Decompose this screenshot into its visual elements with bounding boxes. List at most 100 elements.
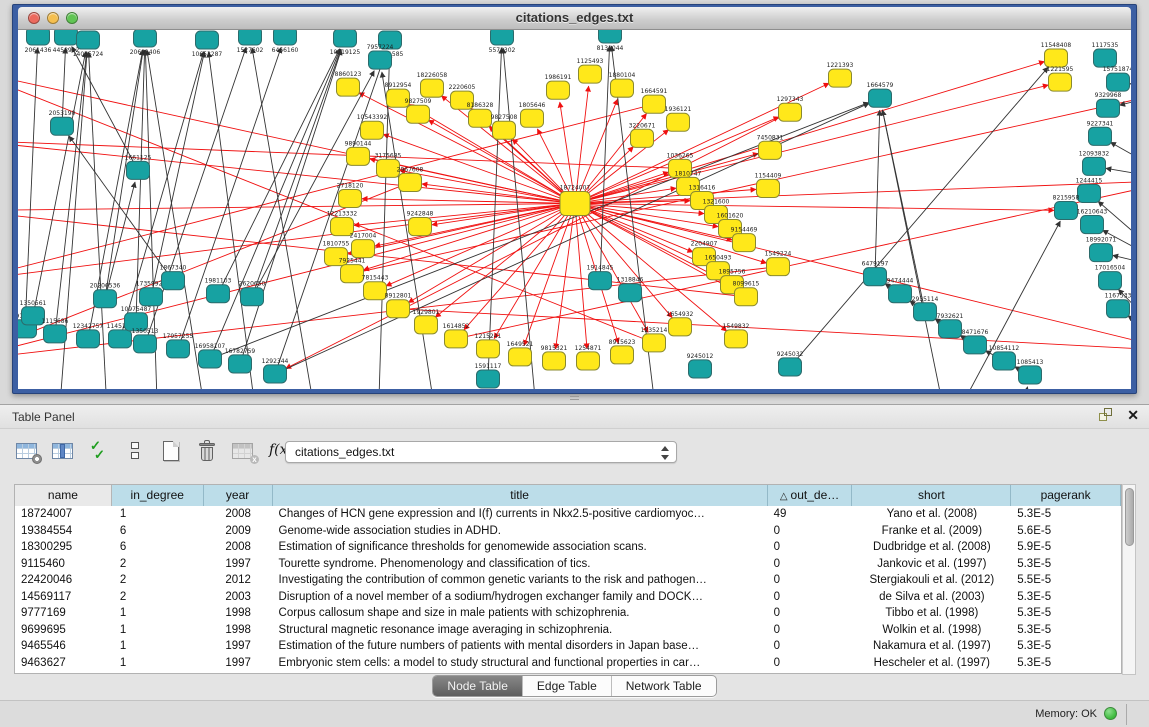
graph-edge[interactable] xyxy=(209,52,258,389)
trash-icon[interactable] xyxy=(194,439,224,465)
graph-edge[interactable] xyxy=(400,171,575,204)
table-cell-out_degree[interactable]: 0 xyxy=(768,539,853,556)
graph-node[interactable]: 2620650 xyxy=(239,281,266,306)
close-panel-icon[interactable]: ✕ xyxy=(1127,408,1139,422)
table-row[interactable]: 2242004622012Investigating the contribut… xyxy=(15,572,1121,589)
select-checks-icon[interactable]: ✓✓ xyxy=(86,439,116,465)
graph-edge[interactable] xyxy=(875,110,880,276)
table-cell-year[interactable]: 1997 xyxy=(204,655,273,672)
table-cell-year[interactable]: 1997 xyxy=(204,638,273,655)
graph-node[interactable]: 8471676 xyxy=(962,329,989,354)
table-cell-year[interactable]: 2012 xyxy=(204,572,273,589)
column-header-pagerank[interactable]: pagerank xyxy=(1011,485,1121,506)
graph-node[interactable]: 1649521 xyxy=(507,341,534,366)
graph-node[interactable]: 6479197 xyxy=(862,261,889,286)
graph-node[interactable]: 8915623 xyxy=(609,339,636,364)
graph-node[interactable]: 1244415 xyxy=(1076,177,1103,202)
graph-node[interactable]: 14055724 xyxy=(73,31,104,58)
graph-node[interactable]: 1235214 xyxy=(641,327,668,352)
graph-node[interactable]: 1154409 xyxy=(755,172,782,197)
graph-node[interactable]: 1318846 xyxy=(617,277,644,302)
graph-node[interactable]: 7450831 xyxy=(757,134,784,159)
table-cell-short[interactable]: Stergiakouli et al. (2012) xyxy=(853,572,1012,589)
table-cell-pagerank[interactable]: 5.9E-5 xyxy=(1011,539,1121,556)
table-cell-in_degree[interactable]: 6 xyxy=(112,523,204,540)
graph-node[interactable]: 17016504 xyxy=(1095,265,1126,290)
graph-node[interactable]: 1549832 xyxy=(723,323,750,348)
graph-node[interactable]: 3175685 xyxy=(375,152,402,177)
graph-node[interactable]: 12342757 xyxy=(73,323,104,348)
graph-node[interactable]: 1297343 xyxy=(777,96,804,121)
graph-node[interactable]: 2967608 xyxy=(397,166,424,191)
table-cell-title[interactable]: Embryonic stem cells: a model to study s… xyxy=(273,655,768,672)
graph-node[interactable]: 8186328 xyxy=(467,102,494,127)
table-cell-short[interactable]: Jankovic et al. (1997) xyxy=(853,556,1012,573)
table-cell-in_degree[interactable]: 1 xyxy=(112,638,204,655)
graph-edge[interactable] xyxy=(218,49,340,294)
graph-node[interactable]: 1929801 xyxy=(413,309,440,334)
table-cell-out_degree[interactable]: 0 xyxy=(768,622,853,639)
table-cell-title[interactable]: Estimation of significance thresholds fo… xyxy=(273,539,768,556)
graph-edge[interactable] xyxy=(1110,142,1131,180)
graph-node[interactable]: 9329968 xyxy=(1095,92,1122,117)
table-cell-name[interactable]: 9777169 xyxy=(15,605,112,622)
table-cell-out_degree[interactable]: 0 xyxy=(768,523,853,540)
graph-node[interactable]: 1125493 xyxy=(577,58,604,83)
graph-edge[interactable] xyxy=(363,203,575,270)
tab-edge-table[interactable]: Edge Table xyxy=(522,676,611,696)
scrollbar-thumb[interactable] xyxy=(1125,488,1134,546)
graph-node[interactable]: 1215241 xyxy=(475,333,502,358)
table-cell-short[interactable]: de Silva et al. (2003) xyxy=(853,589,1012,606)
graph-edge[interactable] xyxy=(354,203,575,225)
graph-node[interactable]: 1664579 xyxy=(867,82,894,107)
graph-node[interactable]: 12093832 xyxy=(1079,150,1110,175)
graph-node[interactable]: 20691406 xyxy=(130,30,161,56)
graph-node[interactable]: 17957255 xyxy=(163,333,194,358)
table-row[interactable]: 1456911722003Disruption of a novel membe… xyxy=(15,589,1121,606)
graph-node[interactable]: 6466160 xyxy=(272,30,299,54)
table-cell-title[interactable]: Changes of HCN gene expression and I(f) … xyxy=(273,506,768,523)
graph-node[interactable]: 15751874 xyxy=(1103,66,1131,91)
table-row[interactable]: 946362711997Embryonic stem cells: a mode… xyxy=(15,655,1121,672)
table-cell-pagerank[interactable]: 5.3E-5 xyxy=(1011,622,1121,639)
graph-node[interactable]: 9245032 xyxy=(777,351,804,376)
graph-edge[interactable] xyxy=(575,130,669,204)
table-cell-in_degree[interactable]: 6 xyxy=(112,539,204,556)
table-cell-in_degree[interactable]: 2 xyxy=(112,589,204,606)
table-cell-year[interactable]: 1998 xyxy=(204,622,273,639)
table-cell-short[interactable]: Tibbo et al. (1998) xyxy=(853,605,1012,622)
table-cell-name[interactable]: 9115460 xyxy=(15,556,112,573)
table-cell-pagerank[interactable]: 5.3E-5 xyxy=(1011,655,1121,672)
graph-node[interactable]: 1527602 xyxy=(237,30,264,54)
graph-edge[interactable] xyxy=(494,203,575,338)
graph-node[interactable]: 8131044 xyxy=(597,30,624,52)
graph-edge[interactable] xyxy=(33,52,86,316)
table-cell-pagerank[interactable]: 5.3E-5 xyxy=(1011,506,1121,523)
table-cell-short[interactable]: Hescheler et al. (1997) xyxy=(853,655,1012,672)
table-row[interactable]: 911546021997Tourette syndrome. Phenomeno… xyxy=(15,556,1121,573)
table-cell-short[interactable]: Yano et al. (2008) xyxy=(853,506,1012,523)
table-selector-dropdown[interactable]: citations_edges.txt xyxy=(285,441,677,463)
graph-node[interactable]: 10543392 xyxy=(357,114,388,139)
graph-node[interactable]: 2053190 xyxy=(49,110,76,135)
table-row[interactable]: 1938455462009Genome-wide association stu… xyxy=(15,523,1121,540)
table-cell-out_degree[interactable]: 0 xyxy=(768,556,853,573)
table-cell-pagerank[interactable]: 5.3E-5 xyxy=(1011,638,1121,655)
table-cell-title[interactable]: Tourette syndrome. Phenomenology and cla… xyxy=(273,556,768,573)
graph-node[interactable]: 10854112 xyxy=(989,345,1020,370)
graph-node[interactable]: 18724007 xyxy=(560,184,591,215)
table-cell-in_degree[interactable]: 1 xyxy=(112,605,204,622)
graph-node[interactable]: 7932621 xyxy=(937,313,964,338)
graph-edge[interactable] xyxy=(25,48,37,329)
graph-node[interactable]: 1115686 xyxy=(42,318,69,343)
table-cell-title[interactable]: Corpus callosum shape and size in male p… xyxy=(273,605,768,622)
graph-edge[interactable] xyxy=(600,46,610,281)
table-row[interactable]: 946554611997Estimation of the future num… xyxy=(15,638,1121,655)
table-cell-out_degree[interactable]: 0 xyxy=(768,605,853,622)
table-settings-icon[interactable] xyxy=(14,439,44,465)
graph-node[interactable]: 16782759 xyxy=(225,348,256,373)
graph-node[interactable]: 16958107 xyxy=(195,343,226,368)
graph-node[interactable]: 9827509 xyxy=(405,98,432,123)
graph-node[interactable]: 1221595 xyxy=(1047,66,1074,91)
graph-node[interactable]: 20206536 xyxy=(90,283,121,308)
